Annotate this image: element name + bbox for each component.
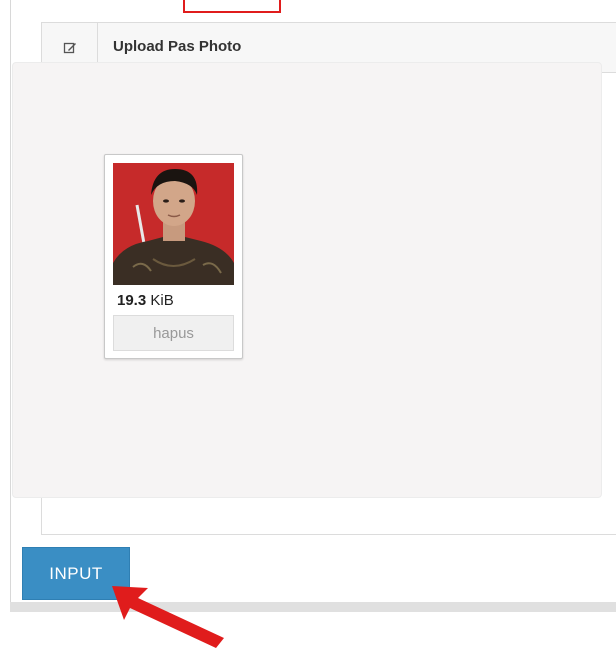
panel-title: Upload Pas Photo [113,38,242,55]
file-size-label: 19.3 KiB [117,292,174,309]
portrait-image [113,163,234,285]
photo-preview-card: 19.3 KiB hapus [104,154,243,359]
page: Upload Pas Photo 19.3 KiB hapus INPUT [0,0,616,648]
file-size-unit: KiB [146,292,174,309]
frame-bottom-bar [10,602,616,612]
upload-dropzone[interactable] [12,62,602,498]
delete-photo-button[interactable]: hapus [113,315,234,351]
annotation-highlight-box [183,0,281,13]
annotation-arrow-icon [112,586,224,648]
file-size-number: 19.3 [117,292,147,309]
pas-photo-thumbnail [113,163,234,285]
edit-icon-svg [63,42,76,53]
